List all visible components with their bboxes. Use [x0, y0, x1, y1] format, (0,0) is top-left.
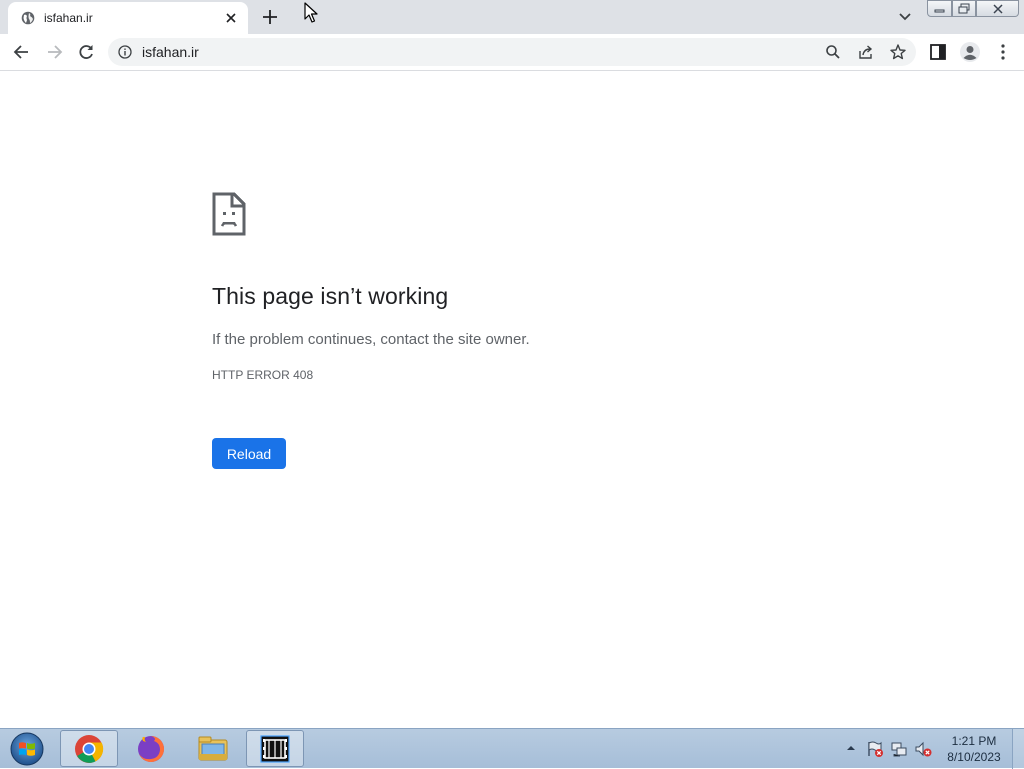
clock-time: 1:21 PM — [951, 734, 997, 748]
system-tray: 1:21 PM 8/10/2023 — [842, 729, 1024, 769]
clock[interactable]: 1:21 PM 8/10/2023 — [940, 733, 1008, 765]
address-bar[interactable]: isfahan.ir — [108, 38, 916, 66]
side-panel-icon[interactable] — [928, 42, 948, 62]
taskbar-chrome[interactable] — [60, 730, 118, 767]
volume-muted-icon[interactable] — [914, 740, 932, 758]
network-icon[interactable] — [890, 740, 908, 758]
profile-avatar-icon[interactable] — [959, 41, 981, 63]
forward-arrow-icon[interactable] — [44, 42, 64, 62]
new-tab-icon[interactable] — [260, 7, 280, 27]
browser-tab[interactable]: isfahan.ir — [8, 2, 248, 34]
file-explorer-icon — [198, 736, 228, 760]
taskbar-file-explorer[interactable] — [184, 730, 242, 767]
share-icon[interactable] — [857, 43, 875, 61]
start-button[interactable] — [6, 730, 46, 768]
search-icon[interactable] — [824, 43, 842, 61]
page-content: This page isn’t working If the problem c… — [0, 71, 1024, 728]
media-app-icon — [260, 734, 290, 763]
action-center-flag-icon[interactable] — [866, 740, 884, 758]
error-description: If the problem continues, contact the si… — [212, 331, 530, 348]
chevron-down-icon[interactable] — [896, 9, 914, 25]
clock-date: 8/10/2023 — [947, 750, 1001, 764]
restore-button[interactable] — [952, 0, 976, 17]
mouse-cursor-icon — [304, 2, 318, 23]
browser-toolbar: isfahan.ir — [0, 34, 1024, 71]
restore-icon — [958, 3, 970, 14]
firefox-icon — [138, 735, 164, 762]
minimize-button[interactable] — [927, 0, 952, 17]
window-controls — [927, 0, 1019, 18]
more-menu-icon[interactable] — [993, 42, 1013, 62]
taskbar-firefox[interactable] — [122, 730, 180, 767]
back-arrow-icon[interactable] — [12, 42, 32, 62]
show-hidden-icons-icon[interactable] — [846, 743, 856, 753]
close-tab-icon[interactable] — [223, 10, 239, 26]
url-text[interactable]: isfahan.ir — [142, 44, 199, 60]
error-title: This page isn’t working — [212, 283, 449, 309]
chrome-icon — [75, 734, 104, 763]
show-desktop-button[interactable] — [1012, 729, 1024, 769]
tab-title: isfahan.ir — [44, 11, 93, 25]
reload-button[interactable]: Reload — [212, 438, 286, 469]
sad-page-icon — [212, 192, 246, 236]
bookmark-star-icon[interactable] — [889, 43, 907, 61]
close-icon — [992, 3, 1003, 14]
info-icon[interactable] — [118, 45, 132, 59]
globe-icon — [21, 11, 35, 25]
error-code: HTTP ERROR 408 — [212, 368, 314, 382]
taskbar: 1:21 PM 8/10/2023 — [0, 728, 1024, 769]
close-window-button[interactable] — [976, 0, 1019, 17]
reload-icon[interactable] — [76, 42, 96, 62]
minimize-icon — [934, 9, 945, 12]
taskbar-media-app[interactable] — [246, 730, 304, 767]
tab-strip: isfahan.ir — [0, 0, 1024, 34]
